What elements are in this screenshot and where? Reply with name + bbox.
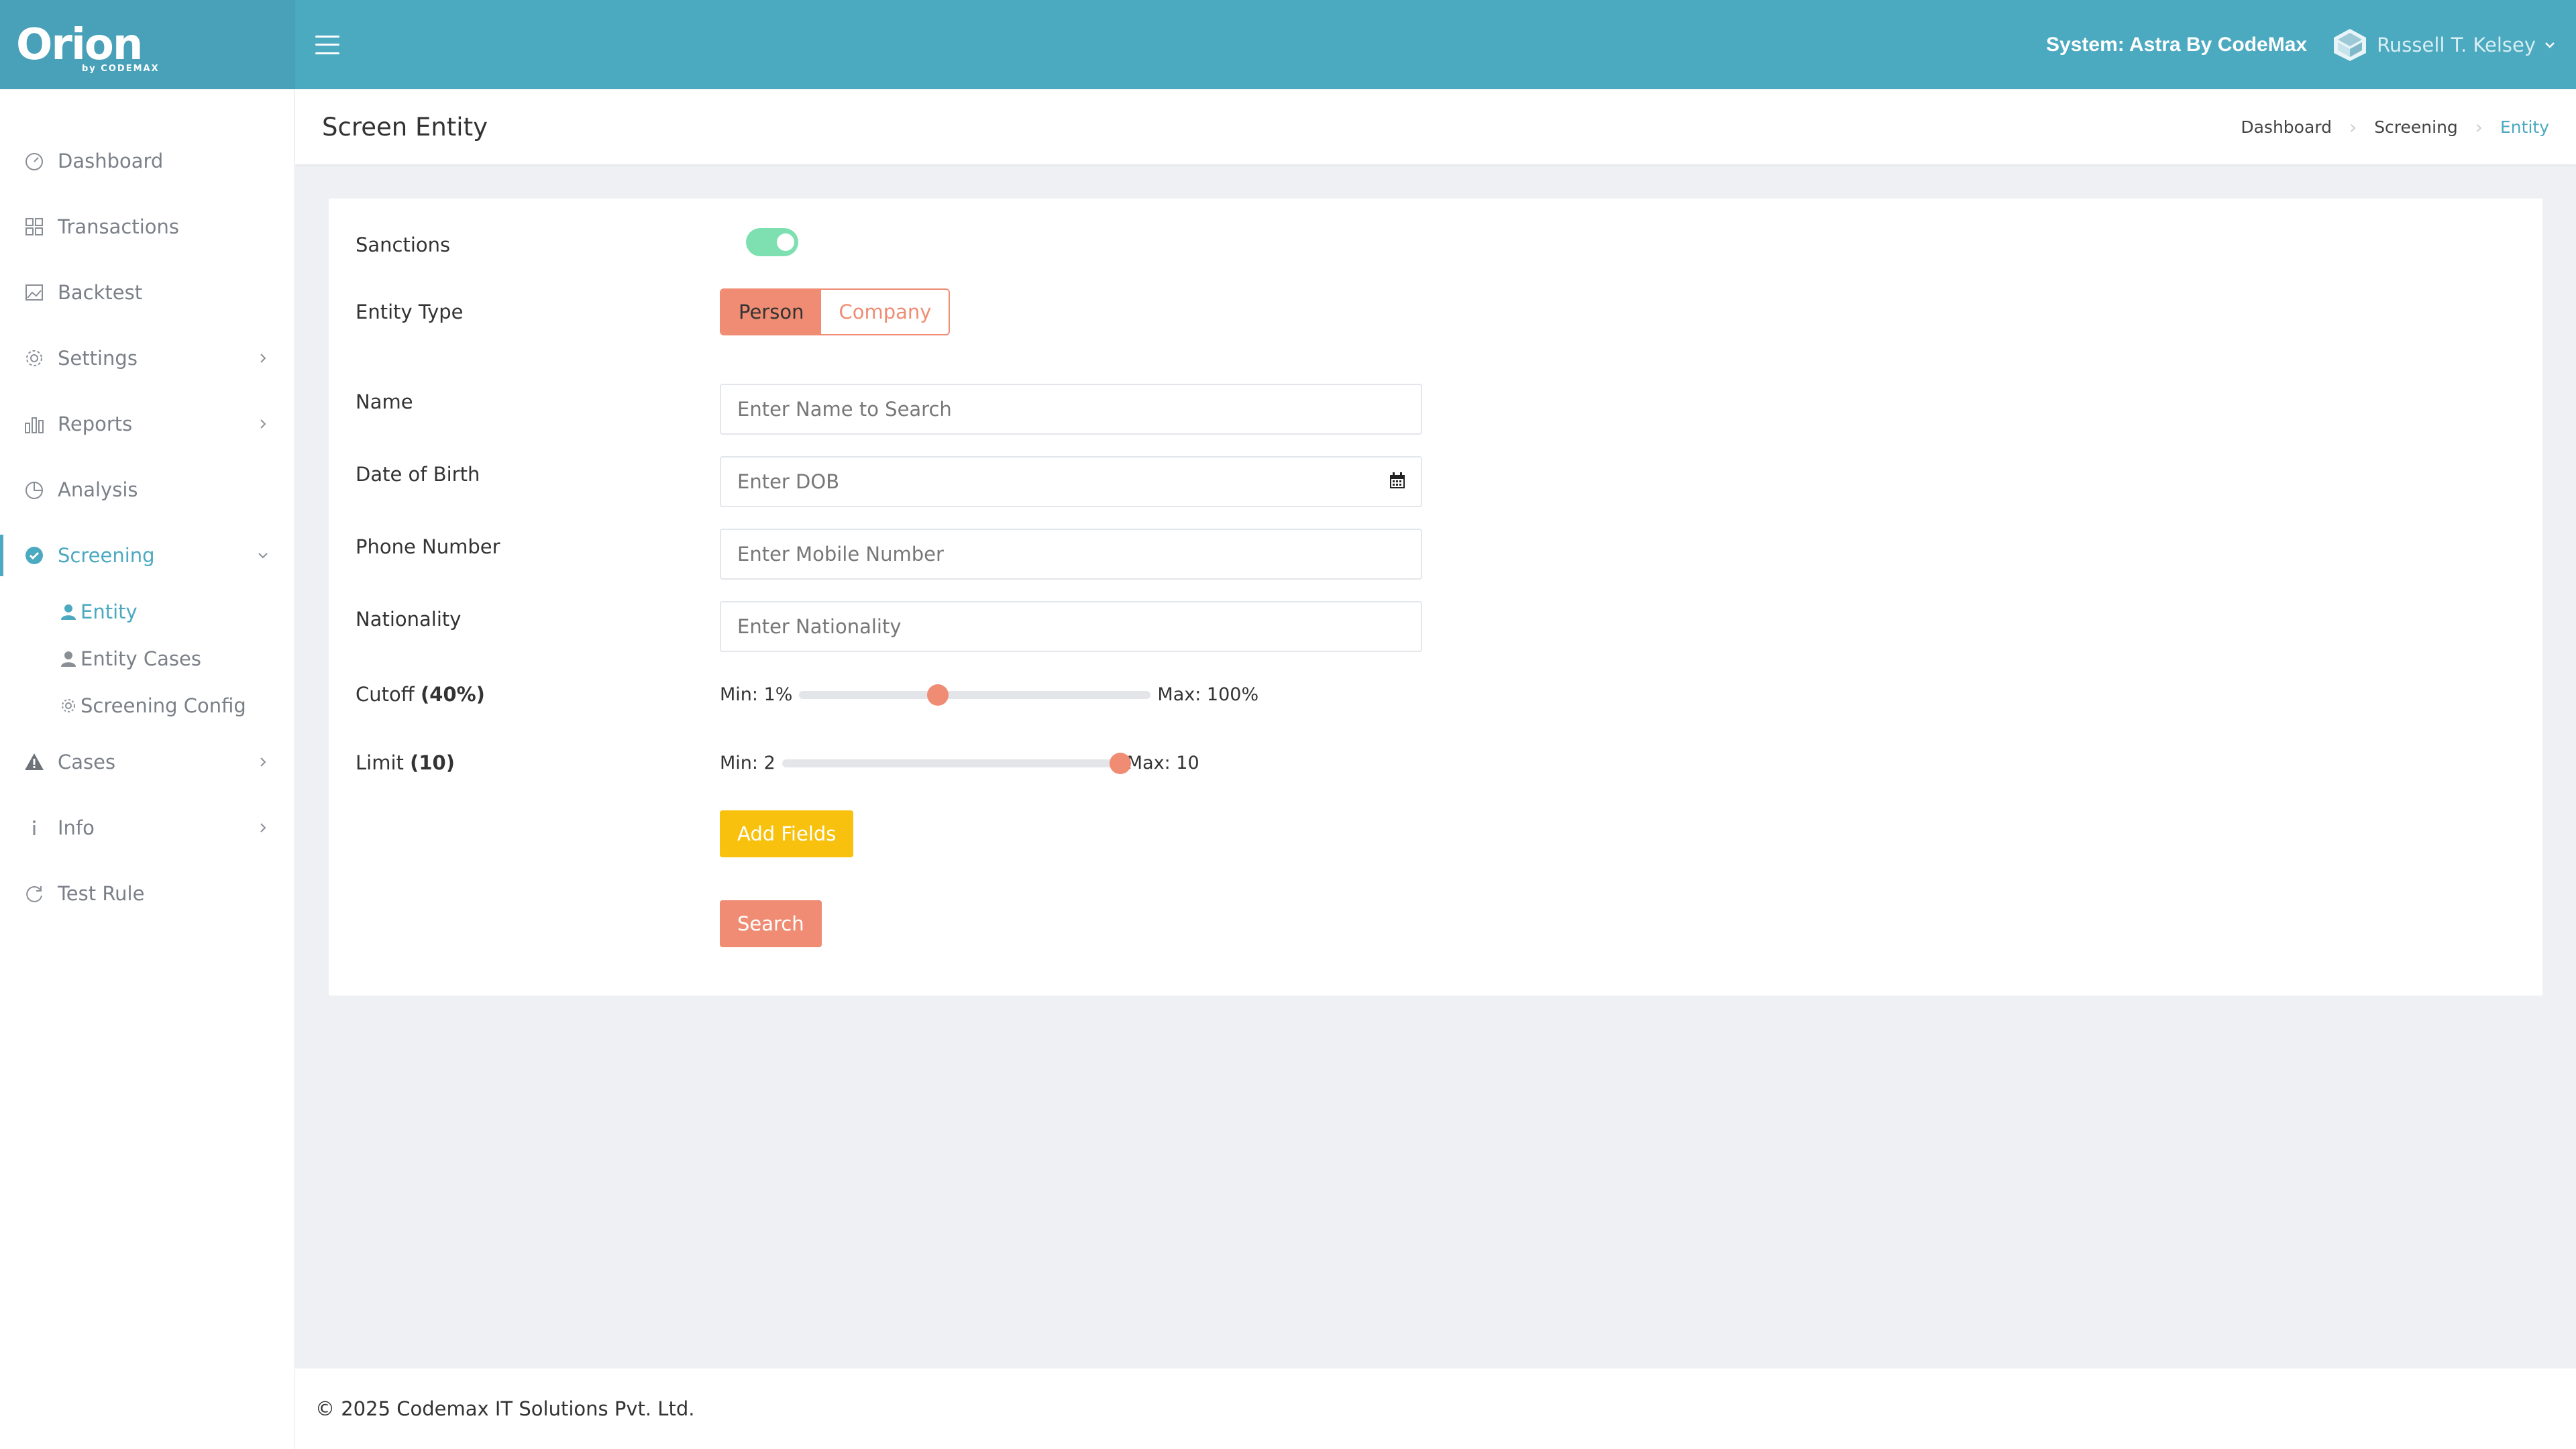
cutoff-min: Min: 1%	[720, 684, 793, 705]
image-icon	[25, 284, 43, 301]
add-fields-button[interactable]: Add Fields	[720, 810, 854, 857]
sidebar-item-label: Test Rule	[58, 882, 145, 905]
sanctions-toggle[interactable]	[746, 228, 798, 256]
chevron-right-icon	[260, 419, 266, 429]
sidebar: Dashboard Transactions Backtest Settings…	[0, 89, 295, 1449]
warning-icon	[25, 753, 44, 770]
check-circle-icon	[25, 547, 43, 564]
limit-value: (10)	[410, 751, 455, 774]
limit-min: Min: 2	[720, 753, 775, 773]
cutoff-slider: Min: 1% Max: 100%	[720, 684, 1259, 706]
sidebar-item-label: Backtest	[58, 281, 143, 304]
cutoff-max: Max: 100%	[1157, 684, 1259, 705]
limit-handle[interactable]	[1109, 752, 1131, 774]
dashboard-icon	[25, 153, 43, 170]
bar-chart-icon	[25, 417, 44, 433]
entity-type-label: Entity Type	[356, 301, 464, 323]
limit-label: Limit (10)	[356, 751, 455, 774]
system-label: System: Astra By CodeMax	[2046, 33, 2308, 56]
chevron-down-icon[interactable]	[2542, 38, 2557, 52]
logo[interactable]: Orion by CODEMAX	[0, 0, 295, 89]
gear-icon	[62, 699, 75, 712]
sidebar-item-label: Screening	[58, 544, 155, 567]
sidebar-item-label: Analysis	[58, 478, 138, 501]
user-name[interactable]: Russell T. Kelsey	[2377, 34, 2536, 56]
page-title: Screen Entity	[322, 112, 488, 142]
sidebar-subitem-screening-config[interactable]: Screening Config	[0, 682, 294, 729]
limit-track[interactable]	[782, 752, 1131, 774]
user-avatar-icon[interactable]	[2331, 26, 2369, 64]
sidebar-subitem-label: Screening Config	[80, 694, 246, 717]
limit-label-text: Limit	[356, 751, 404, 774]
sidebar-item-backtest[interactable]: Backtest	[0, 260, 294, 325]
dob-field-wrapper	[720, 456, 1422, 507]
entity-type-selector: Person Company	[720, 288, 951, 335]
chevron-right-icon	[260, 354, 266, 363]
limit-slider: Min: 2 Max: 10	[720, 752, 1199, 774]
logo-subtitle: by CODEMAX	[82, 64, 160, 74]
chevron-right-icon	[260, 823, 266, 833]
chevron-down-icon	[258, 553, 268, 559]
search-button[interactable]: Search	[720, 900, 822, 947]
cutoff-label: Cutoff (40%)	[356, 683, 485, 706]
sidebar-item-settings[interactable]: Settings	[0, 325, 294, 391]
cutoff-track[interactable]	[799, 684, 1151, 706]
cutoff-value: (40%)	[420, 683, 485, 706]
phone-label: Phone Number	[356, 535, 500, 558]
name-label: Name	[356, 390, 413, 413]
top-bar: Orion by CODEMAX System: Astra By CodeMa…	[0, 0, 2576, 89]
sidebar-subitem-entity[interactable]: Entity	[0, 588, 294, 635]
sidebar-item-label: Cases	[58, 751, 116, 773]
sanctions-label: Sanctions	[356, 233, 451, 256]
menu-toggle-icon[interactable]	[315, 35, 339, 54]
breadcrumb-dashboard[interactable]: Dashboard	[2241, 117, 2332, 137]
sidebar-item-cases[interactable]: Cases	[0, 729, 294, 795]
gear-icon	[26, 350, 42, 366]
info-icon	[33, 820, 36, 835]
screen-entity-form: Sanctions Entity Type Person Company Nam…	[329, 199, 2542, 996]
sidebar-item-screening[interactable]: Screening	[0, 523, 294, 588]
phone-input[interactable]	[720, 529, 1422, 580]
refresh-icon	[26, 886, 42, 902]
sidebar-subitem-label: Entity Cases	[80, 647, 201, 670]
sidebar-item-label: Settings	[58, 347, 138, 370]
sidebar-item-test-rule[interactable]: Test Rule	[0, 861, 294, 926]
page-header: Screen Entity Dashboard › Screening › En…	[295, 89, 2576, 164]
sidebar-item-label: Transactions	[58, 215, 180, 238]
sidebar-item-label: Reports	[58, 413, 133, 435]
sidebar-subitem-label: Entity	[80, 600, 138, 623]
sidebar-subitem-entity-cases[interactable]: Entity Cases	[0, 635, 294, 682]
sidebar-item-transactions[interactable]: Transactions	[0, 194, 294, 260]
dob-input[interactable]	[720, 456, 1422, 507]
dob-label: Date of Birth	[356, 463, 480, 486]
cutoff-handle[interactable]	[926, 684, 949, 706]
sidebar-item-analysis[interactable]: Analysis	[0, 457, 294, 523]
breadcrumb-entity: Entity	[2500, 117, 2549, 137]
sidebar-item-label: Info	[58, 816, 95, 839]
user-icon	[61, 604, 76, 620]
breadcrumb: Dashboard › Screening › Entity	[2241, 116, 2549, 138]
sidebar-item-info[interactable]: Info	[0, 795, 294, 861]
footer: © 2025 Codemax IT Solutions Pvt. Ltd.	[295, 1368, 2576, 1449]
limit-max: Max: 10	[1126, 753, 1199, 773]
copyright-text: © 2025 Codemax IT Solutions Pvt. Ltd.	[315, 1397, 695, 1420]
name-input[interactable]	[720, 384, 1422, 435]
entity-type-company[interactable]: Company	[821, 290, 949, 334]
breadcrumb-separator-icon: ›	[2475, 115, 2483, 138]
calendar-icon[interactable]	[1387, 471, 1407, 491]
breadcrumb-screening[interactable]: Screening	[2374, 117, 2458, 137]
pie-chart-icon	[25, 482, 43, 499]
user-icon	[61, 651, 76, 667]
cutoff-label-text: Cutoff	[356, 683, 415, 706]
sidebar-item-dashboard[interactable]: Dashboard	[0, 128, 294, 194]
grid-icon	[25, 218, 43, 235]
nationality-input[interactable]	[720, 601, 1422, 652]
sidebar-item-reports[interactable]: Reports	[0, 391, 294, 457]
entity-type-person[interactable]: Person	[721, 290, 822, 334]
logo-text: Orion	[16, 19, 143, 70]
chevron-right-icon	[260, 757, 266, 767]
sidebar-item-label: Dashboard	[58, 150, 164, 172]
breadcrumb-separator-icon: ›	[2349, 115, 2357, 138]
nationality-label: Nationality	[356, 608, 462, 631]
